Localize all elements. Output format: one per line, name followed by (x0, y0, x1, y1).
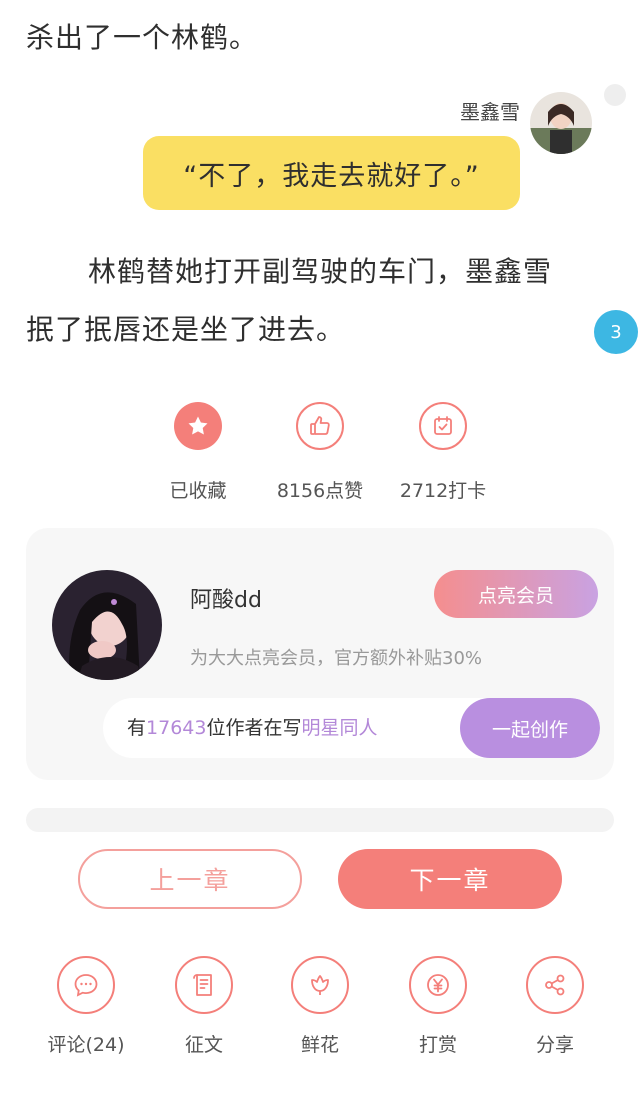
collect-label: 已收藏 (169, 480, 227, 502)
creator-count: 17643 (146, 717, 207, 739)
checkin-stat[interactable]: 2712打卡 (383, 402, 503, 503)
menu-dot[interactable] (604, 84, 626, 106)
comment-label: 评论(24) (47, 1034, 125, 1056)
vip-button[interactable]: 点亮会员 (434, 570, 598, 618)
checkin-count-label: 2712打卡 (399, 480, 487, 502)
creator-middle: 位作者在写 (206, 717, 302, 739)
share-icon (526, 956, 584, 1014)
like-count-label: 8156点赞 (276, 480, 364, 502)
story-text-line: 抿了抿唇还是坐了进去。 (26, 313, 346, 346)
creator-info: 有17643位作者在写明星同人 (127, 698, 378, 758)
creator-prefix: 有 (127, 717, 147, 739)
comment-icon (57, 956, 115, 1014)
comment-action[interactable]: 评论(24) (36, 956, 136, 1057)
flower-action[interactable]: 鲜花 (270, 956, 370, 1057)
story-text-line: 林鹤替她打开副驾驶的车门，墨鑫雪 (88, 255, 553, 288)
like-stat[interactable]: 8156点赞 (260, 402, 380, 503)
document-icon (175, 956, 233, 1014)
calendar-check-icon (419, 402, 467, 450)
divider-bar (26, 808, 614, 832)
prev-chapter-button[interactable]: 上一章 (78, 849, 302, 909)
star-icon (174, 402, 222, 450)
reward-label: 打赏 (418, 1034, 457, 1056)
user-avatar[interactable] (52, 570, 162, 680)
avatar-image (52, 570, 162, 680)
collect-stat[interactable]: 已收藏 (138, 402, 258, 503)
story-text-line: 杀出了一个林鹤。 (26, 21, 259, 54)
promo-subtitle: 为大大点亮会员，官方额外补贴30% (190, 648, 483, 669)
vip-promo-card: 阿酸dd 点亮会员 为大大点亮会员，官方额外补贴30% 有17643位作者在写明… (26, 528, 614, 780)
share-label: 分享 (535, 1034, 574, 1056)
share-action[interactable]: 分享 (505, 956, 605, 1057)
essay-action[interactable]: 征文 (154, 956, 254, 1057)
avatar-image (530, 92, 592, 154)
creator-topic-link[interactable]: 明星同人 (301, 717, 377, 739)
yen-coin-icon (409, 956, 467, 1014)
reward-action[interactable]: 打赏 (388, 956, 488, 1057)
create-together-button[interactable]: 一起创作 (460, 698, 600, 758)
thumbs-up-icon (296, 402, 344, 450)
dialogue-bubble: “不了，我走去就好了。” (143, 136, 520, 210)
speaker-avatar[interactable] (530, 92, 592, 154)
flower-label: 鲜花 (300, 1034, 339, 1056)
paragraph-comment-badge[interactable]: 3 (594, 310, 638, 354)
speaker-name: 墨鑫雪 (460, 100, 520, 124)
essay-label: 征文 (184, 1034, 223, 1056)
creator-strip: 有17643位作者在写明星同人 一起创作 (103, 698, 600, 758)
promo-username: 阿酸dd (190, 588, 262, 613)
next-chapter-button[interactable]: 下一章 (338, 849, 562, 909)
flower-icon (291, 956, 349, 1014)
